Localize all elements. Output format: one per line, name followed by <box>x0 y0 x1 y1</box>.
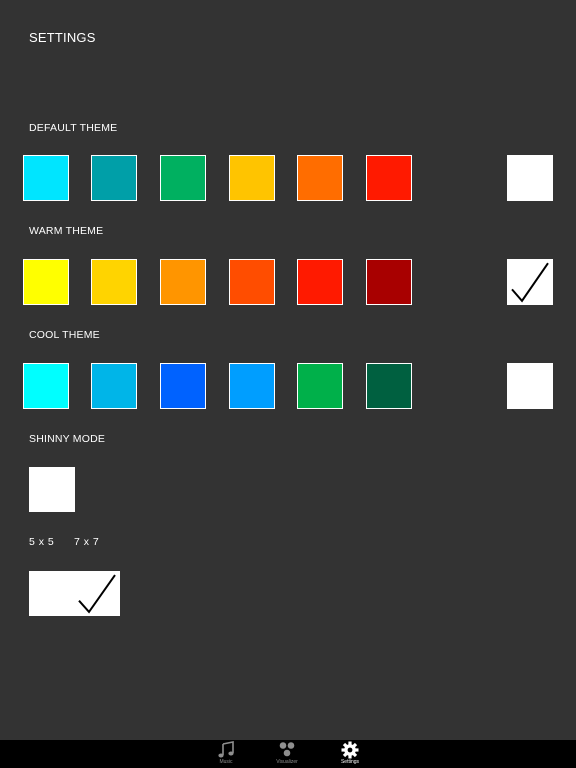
default-theme-swatch-6[interactable] <box>366 155 412 201</box>
cool-theme-row <box>0 363 576 409</box>
tab-visualizer[interactable]: Visualizer <box>267 740 307 768</box>
warm-theme-swatch-5[interactable] <box>297 259 343 305</box>
warm-theme-swatch-4[interactable] <box>229 259 275 305</box>
checkmark-icon <box>78 574 116 614</box>
default-theme-swatch-2[interactable] <box>91 155 137 201</box>
tab-music-label: Music <box>219 759 233 765</box>
music-note-icon <box>218 741 234 758</box>
default-theme-swatch-3[interactable] <box>160 155 206 201</box>
cool-theme-checkbox[interactable] <box>507 363 553 409</box>
grid-size-toggle[interactable] <box>29 571 120 616</box>
default-theme-label: DEFAULT THEME <box>29 122 118 134</box>
shinny-mode-label: SHINNY MODE <box>29 433 106 445</box>
default-theme-row <box>0 155 576 201</box>
tab-settings-label: Settings <box>340 759 360 765</box>
grid-7x7-option[interactable]: 7 x 7 <box>74 536 99 548</box>
warm-theme-swatch-6[interactable] <box>366 259 412 305</box>
cool-theme-swatch-6[interactable] <box>366 363 412 409</box>
settings-screen: SETTINGS DEFAULT THEME WARM THEME COOL T… <box>0 0 576 768</box>
grid-5x5-option[interactable]: 5 x 5 <box>29 536 54 548</box>
cool-theme-swatch-1[interactable] <box>23 363 69 409</box>
shinny-mode-checkbox[interactable] <box>29 467 75 512</box>
warm-theme-swatch-2[interactable] <box>91 259 137 305</box>
warm-theme-label: WARM THEME <box>29 225 104 237</box>
cool-theme-swatch-5[interactable] <box>297 363 343 409</box>
cool-theme-swatch-2[interactable] <box>91 363 137 409</box>
tab-bar: Music Visualizer Settings <box>0 740 576 768</box>
cool-theme-swatch-4[interactable] <box>229 363 275 409</box>
tab-visualizer-label: Visualizer <box>276 759 298 765</box>
warm-theme-swatch-1[interactable] <box>23 259 69 305</box>
page-title: SETTINGS <box>29 30 96 45</box>
default-theme-swatch-1[interactable] <box>23 155 69 201</box>
cool-theme-label: COOL THEME <box>29 329 100 341</box>
tab-settings[interactable]: Settings <box>330 740 370 768</box>
default-theme-swatch-4[interactable] <box>229 155 275 201</box>
warm-theme-row <box>0 259 576 305</box>
warm-theme-swatch-3[interactable] <box>160 259 206 305</box>
warm-theme-checkbox[interactable] <box>507 259 553 305</box>
checkmark-icon <box>511 262 549 303</box>
default-theme-swatch-5[interactable] <box>297 155 343 201</box>
gear-icon <box>341 741 359 759</box>
default-theme-checkbox[interactable] <box>507 155 553 201</box>
tab-music[interactable]: Music <box>206 740 246 768</box>
three-dots-icon <box>279 742 295 757</box>
cool-theme-swatch-3[interactable] <box>160 363 206 409</box>
